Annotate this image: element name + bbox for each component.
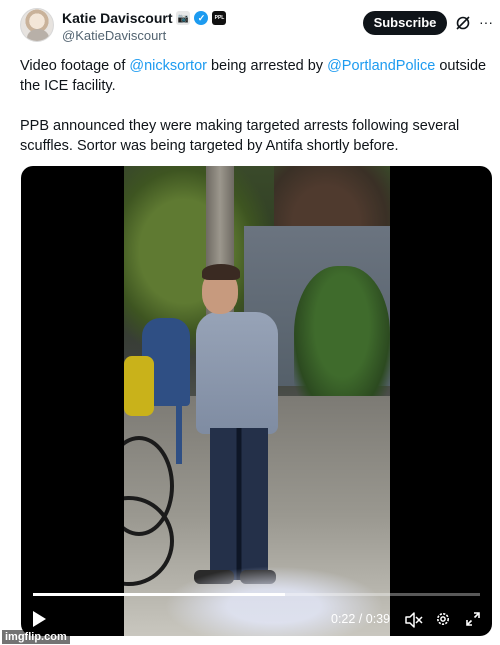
- scene-bush: [294, 266, 390, 416]
- play-icon[interactable]: [31, 610, 47, 628]
- tweet-paragraph-1: Video footage of @nicksortor being arres…: [20, 56, 490, 96]
- scene-person-legs: [210, 428, 268, 580]
- video-progress-bar[interactable]: [33, 593, 480, 596]
- author-name-row: Katie Daviscourt 📷 ✓ PPL: [62, 10, 227, 26]
- scene-mailbox-leg: [176, 404, 182, 464]
- tweet-text-segment: being arrested by: [206, 58, 328, 74]
- more-options-icon[interactable]: ···: [478, 15, 494, 31]
- author-avatar[interactable]: [20, 8, 54, 42]
- mention-link-nicksortor[interactable]: @nicksortor: [129, 58, 207, 74]
- author-display-name[interactable]: Katie Daviscourt: [62, 10, 172, 26]
- mention-link-portlandpolice[interactable]: @PortlandPolice: [327, 58, 435, 74]
- author-handle[interactable]: @KatieDaviscourt: [62, 28, 166, 43]
- scene-officer: [124, 356, 154, 416]
- video-player[interactable]: 0:22 / 0:39: [21, 166, 492, 636]
- scene-person-torso: [196, 312, 278, 434]
- mute-icon[interactable]: [405, 612, 423, 628]
- verified-badge-icon[interactable]: ✓: [194, 11, 209, 25]
- imgflip-watermark: imgflip.com: [2, 630, 70, 644]
- video-progress-fill: [33, 593, 286, 596]
- tweet-header: Katie Daviscourt 📷 ✓ PPL @KatieDaviscour…: [0, 0, 500, 50]
- org-affiliate-icon[interactable]: PPL: [212, 11, 227, 25]
- subscribe-button[interactable]: Subscribe: [363, 11, 447, 35]
- camera-icon: 📷: [176, 11, 191, 25]
- tweet-paragraph-2: PPB announced they were making targeted …: [20, 118, 460, 154]
- fullscreen-icon[interactable]: [465, 611, 481, 627]
- tweet-text-segment: Video footage of: [20, 58, 130, 74]
- video-time-display: 0:22 / 0:39: [331, 612, 391, 626]
- video-frame[interactable]: [124, 166, 390, 636]
- scene-person-hair: [202, 264, 240, 280]
- tweet-text: Video footage of @nicksortor being arres…: [20, 56, 490, 156]
- grok-icon[interactable]: [455, 15, 471, 31]
- gear-icon[interactable]: [435, 611, 451, 627]
